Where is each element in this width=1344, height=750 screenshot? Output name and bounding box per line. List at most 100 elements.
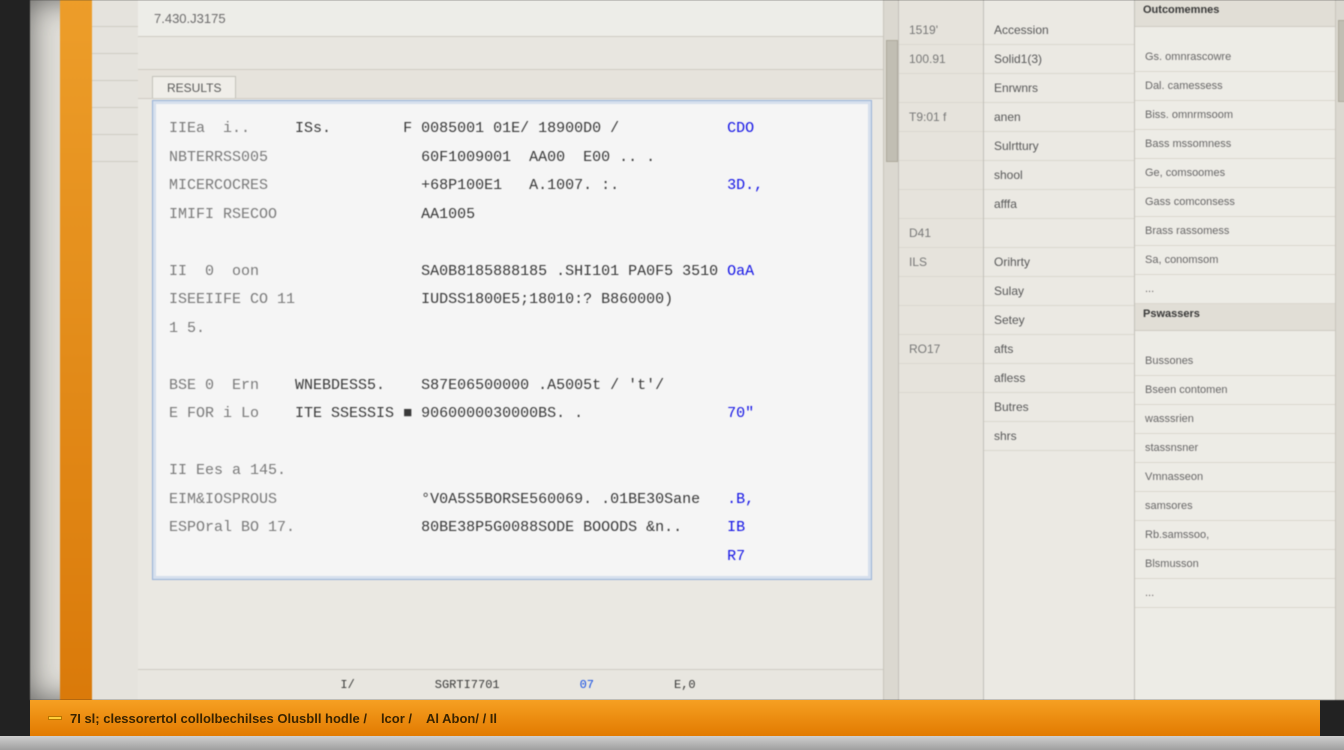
list-item: [899, 161, 983, 190]
right-panel-mid: AccessionSolid1(3)EnrwnrsanenSulrtturysh…: [984, 0, 1135, 700]
left-tool-button[interactable]: [92, 135, 138, 162]
toolbar: [138, 37, 898, 70]
desktop-screen: 7.430.J3175 RESULTS IIEa i.. ISs. F 0085…: [30, 0, 1320, 700]
list-item[interactable]: wasssrien: [1135, 405, 1344, 434]
list-item-label: wasssrien: [1145, 413, 1340, 425]
list-item: 100.91: [899, 45, 983, 74]
list-item[interactable]: [984, 219, 1134, 248]
list-item-label: Sulay: [994, 284, 1124, 298]
list-item[interactable]: afts: [984, 335, 1134, 364]
list-item[interactable]: Enrwnrs: [984, 74, 1134, 103]
taskbar[interactable]: 7I sl; clessorertol collolbechilses Olus…: [30, 700, 1320, 736]
right-panels: 1519'100.91T9:01 fD41ILSRO17 AccessionSo…: [898, 0, 1344, 700]
list-item[interactable]: Solid1(3): [984, 45, 1134, 74]
list-item-label: Vmnasseon: [1145, 471, 1340, 483]
status-page: 07: [580, 678, 594, 692]
list-item[interactable]: Setey: [984, 306, 1134, 335]
list-item[interactable]: stassnsner: [1135, 434, 1344, 463]
list-item[interactable]: afless: [984, 364, 1134, 393]
list-item[interactable]: Accession: [984, 16, 1134, 45]
list-item[interactable]: ...: [1135, 275, 1344, 304]
taskbar-item[interactable]: Al Abon/ / Il: [426, 711, 497, 726]
list-item-label: Accession: [994, 23, 1124, 37]
code-line: [169, 429, 855, 458]
list-item[interactable]: Ge, comsoomes: [1135, 159, 1344, 188]
list-item[interactable]: afffa: [984, 190, 1134, 219]
code-line: EIM&IOSPROUS °V0A5S5BORSE560069. .01BE30…: [169, 486, 855, 515]
code-line: II 0 oon SA0B8185888185 .SHI101 PA0F5 35…: [169, 258, 855, 287]
list-item[interactable]: Blsmusson: [1135, 550, 1344, 579]
keyboard-edge: [0, 736, 1344, 750]
list-item-label: 100.91: [909, 52, 973, 66]
panel-scrollbar[interactable]: [1335, 0, 1344, 700]
list-item-label: afless: [994, 371, 1124, 385]
list-item[interactable]: shrs: [984, 422, 1134, 451]
list-item-label: D41: [909, 226, 973, 240]
list-item[interactable]: Sulay: [984, 277, 1134, 306]
code-line: R7: [169, 543, 855, 572]
tabstrip: RESULTS: [138, 70, 898, 99]
list-item-label: Solid1(3): [994, 52, 1124, 66]
list-item[interactable]: Bass mssomness: [1135, 130, 1344, 159]
list-item[interactable]: Rb.samssoo,: [1135, 521, 1344, 550]
list-item: [899, 74, 983, 103]
code-line: ESPOral BO 17. 80BE38P5G0088SODE BOOODS …: [169, 514, 855, 543]
list-item[interactable]: Bussones: [1135, 347, 1344, 376]
list-item-label: afts: [994, 342, 1124, 356]
list-item-label: shrs: [994, 429, 1124, 443]
list-item: [899, 277, 983, 306]
status-code: E,0: [674, 678, 696, 692]
list-item: [899, 306, 983, 335]
list-item[interactable]: Gs. omnrascowre: [1135, 43, 1344, 72]
list-item[interactable]: anen: [984, 103, 1134, 132]
left-tool-button[interactable]: [92, 108, 138, 135]
list-item-label: anen: [994, 110, 1124, 124]
list-item[interactable]: Sa, conomsom: [1135, 246, 1344, 275]
left-tool-button[interactable]: [92, 54, 138, 81]
list-item: [899, 364, 983, 393]
list-item[interactable]: ...: [1135, 579, 1344, 608]
taskbar-app-chip[interactable]: [48, 716, 62, 720]
editor-scrollbar[interactable]: [883, 0, 898, 700]
list-item[interactable]: Butres: [984, 393, 1134, 422]
right-panel-wide: Outcomemnes Gs. omnrascowre Dal. camesses…: [1135, 0, 1344, 700]
list-item: 1519': [899, 16, 983, 45]
code-line: BSE 0 Ern WNEBDESS5. S87E06500000 .A5005…: [169, 372, 855, 401]
list-item[interactable]: Dal. camessess: [1135, 72, 1344, 101]
code-line: [169, 229, 855, 258]
list-item: T9:01 f: [899, 103, 983, 132]
titlebar: 7.430.J3175: [138, 0, 898, 37]
list-item-label: T9:01 f: [909, 110, 973, 124]
list-item-label: Ge, comsoomes: [1145, 167, 1340, 179]
statusbar: I/ SGRTI7701 07 E,0: [138, 669, 898, 700]
code-line: E FOR i Lo ITE SSESSIS ■ 9060000030000BS…: [169, 400, 855, 429]
list-item[interactable]: Gass comconsess: [1135, 188, 1344, 217]
list-item-label: Setey: [994, 313, 1124, 327]
list-item-label: Gass comconsess: [1145, 196, 1340, 208]
code-editor[interactable]: IIEa i.. ISs. F 0085001 01E/ 18900D0 / C…: [152, 100, 872, 580]
list-item: RO17: [899, 335, 983, 364]
taskbar-item[interactable]: lcor /: [381, 711, 412, 726]
list-item-label: Orihrty: [994, 255, 1124, 269]
panel-section-header: Outcomemnes: [1135, 0, 1344, 27]
list-item[interactable]: shool: [984, 161, 1134, 190]
list-item[interactable]: Brass rassomess: [1135, 217, 1344, 246]
list-item[interactable]: Sulrttury: [984, 132, 1134, 161]
scrollbar-thumb[interactable]: [886, 40, 898, 162]
tab-results[interactable]: RESULTS: [152, 76, 236, 98]
list-item[interactable]: Vmnasseon: [1135, 463, 1344, 492]
list-item[interactable]: samsores: [1135, 492, 1344, 521]
list-item-label: Gs. omnrascowre: [1145, 51, 1340, 63]
list-item-label: Dal. camessess: [1145, 80, 1340, 92]
list-item[interactable]: Bseen contomen: [1135, 376, 1344, 405]
scrollbar-thumb[interactable]: [1338, 20, 1344, 102]
left-tool-button[interactable]: [92, 0, 138, 27]
status-mid: SGRTI7701: [435, 678, 500, 692]
list-item[interactable]: Biss. omnrmsoom: [1135, 101, 1344, 130]
taskbar-item[interactable]: 7I sl; clessorertol collolbechilses Olus…: [70, 711, 367, 726]
left-tool-button[interactable]: [92, 27, 138, 54]
list-item-label: stassnsner: [1145, 442, 1340, 454]
list-item[interactable]: Orihrty: [984, 248, 1134, 277]
left-tool-button[interactable]: [92, 81, 138, 108]
list-item-label: 1519': [909, 23, 973, 37]
